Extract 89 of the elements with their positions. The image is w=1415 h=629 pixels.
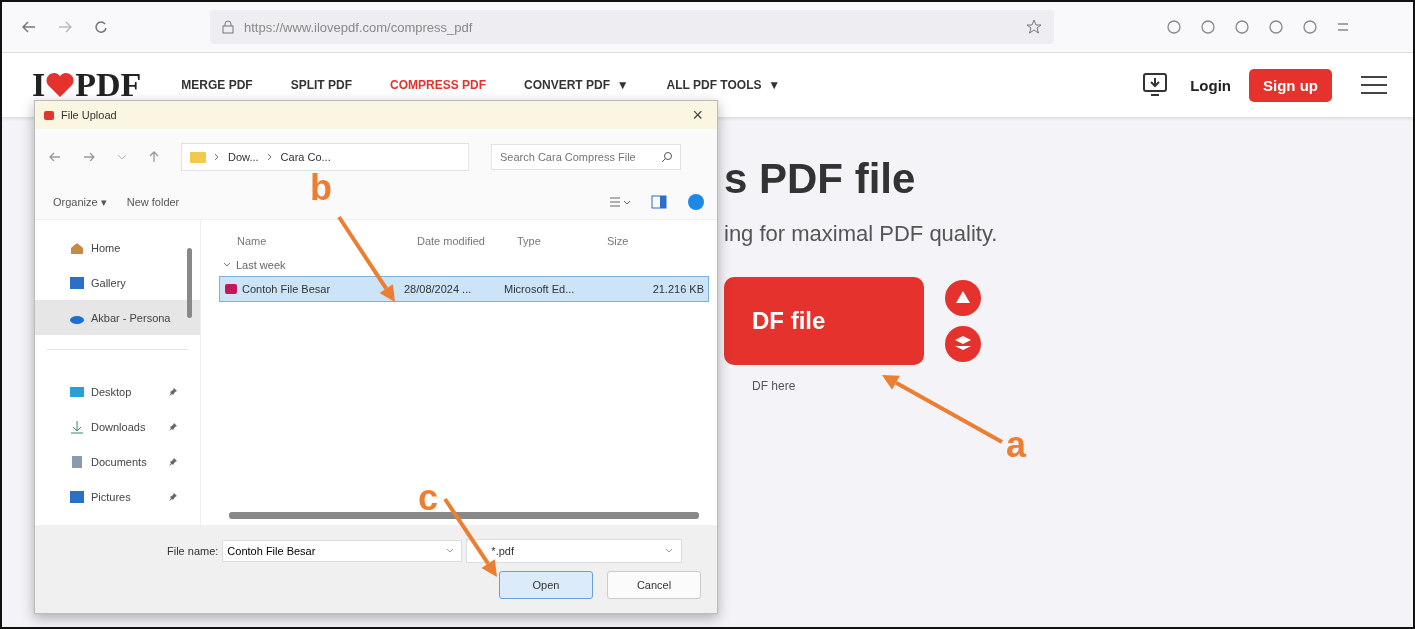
back-icon[interactable] [49, 152, 61, 162]
documents-icon [69, 454, 85, 469]
app-icon [43, 109, 55, 121]
column-header[interactable]: Date modified [417, 235, 517, 247]
file-type-dropdown[interactable]: *.pdf [466, 539, 683, 563]
sidebar-item[interactable]: Home [35, 230, 200, 265]
back-icon[interactable] [22, 21, 36, 33]
home-icon [69, 240, 85, 255]
nav-link[interactable]: ALL PDF TOOLS ▼ [666, 78, 781, 92]
signup-button[interactable]: Sign up [1249, 68, 1332, 102]
file-row[interactable]: Contoh File Besar 28/08/2024 ... Microsoft Ed... 21.216 KB [219, 276, 709, 302]
logo-letter: I [32, 66, 46, 104]
reload-icon[interactable] [94, 20, 108, 34]
file-size: 21.216 KB [651, 283, 705, 295]
column-header[interactable]: Name [219, 235, 417, 247]
file-date: 28/08/2024 ... [404, 283, 473, 295]
column-header[interactable]: Size [607, 235, 709, 247]
toolbar-icon[interactable] [1200, 19, 1216, 35]
dialog-title: File Upload [61, 109, 117, 121]
scrollbar[interactable] [187, 248, 192, 318]
pictures-icon [69, 489, 85, 504]
help-icon[interactable] [687, 193, 705, 211]
preview-pane-icon[interactable] [651, 194, 667, 210]
search-icon [661, 151, 673, 163]
sidebar-item[interactable]: Akbar - Persona [35, 300, 200, 335]
desktop-icon [69, 384, 85, 399]
sidebar-item[interactable]: Pictures [35, 479, 200, 514]
toolbar-icon[interactable] [1268, 19, 1284, 35]
sidebar-item[interactable]: Documents [35, 444, 200, 479]
forward-icon[interactable] [83, 152, 95, 162]
heart-icon [45, 72, 76, 98]
folder-icon [190, 151, 206, 163]
chevron-right-icon [266, 153, 273, 161]
path-bar[interactable]: Dow... Cara Co... [181, 143, 469, 171]
drop-hint: DF here [752, 379, 797, 393]
lock-icon [222, 20, 234, 34]
dropbox-icon[interactable] [944, 325, 982, 363]
column-header[interactable]: Type [517, 235, 607, 247]
downloads-icon [69, 419, 85, 434]
nav-link[interactable]: COMPRESS PDF [390, 78, 487, 92]
pin-icon [168, 456, 178, 467]
up-icon[interactable] [149, 151, 159, 163]
page-subtitle: ing for maximal PDF quality. [724, 221, 998, 247]
pin-icon [168, 491, 178, 502]
group-header[interactable]: Last week [236, 259, 286, 271]
file-name: Contoh File Besar [242, 283, 331, 295]
cancel-button[interactable]: Cancel [607, 571, 701, 599]
page-heading: s PDF file [724, 155, 917, 203]
desktop-download-icon[interactable] [1142, 72, 1169, 98]
login-link[interactable]: Login [1190, 76, 1231, 94]
nav-link[interactable]: SPLIT PDF [290, 78, 352, 92]
menu-icon[interactable] [1360, 74, 1388, 96]
toolbar-icon[interactable] [1302, 19, 1318, 35]
chevron-down-icon[interactable] [446, 548, 455, 554]
search-field[interactable]: Search Cara Compress File [491, 144, 681, 170]
toolbar-button[interactable]: New folder [126, 196, 180, 208]
sidebar-item[interactable]: Desktop [35, 374, 200, 409]
sidebar-item[interactable]: Downloads [35, 409, 200, 444]
chevron-right-icon [214, 153, 220, 161]
file-name-field[interactable]: Contoh File Besar [222, 540, 463, 562]
star-icon[interactable] [1026, 19, 1042, 35]
toolbar-button[interactable]: Organize ▾ [53, 195, 107, 209]
annotation-letter: c [418, 480, 439, 516]
close-button[interactable]: × [686, 103, 709, 127]
open-button[interactable]: Open [499, 571, 593, 599]
sidebar-item[interactable]: Gallery [35, 265, 200, 300]
pin-icon [168, 421, 178, 432]
chevron-down-icon [665, 548, 674, 554]
forward-icon[interactable] [58, 21, 72, 33]
nav-link[interactable]: CONVERT PDF ▼ [524, 78, 629, 92]
logo-text: PDF [75, 66, 142, 104]
path-segment[interactable]: Dow... [228, 151, 259, 163]
annotation-letter: a [1006, 427, 1027, 463]
pdf-file-icon [224, 283, 238, 295]
cloud-drive-icon[interactable] [944, 279, 982, 317]
chevron-down-icon[interactable] [223, 262, 231, 268]
nav-link[interactable]: MERGE PDF [181, 78, 253, 92]
path-segment[interactable]: Cara Co... [280, 151, 331, 163]
file-name-label: File name: [167, 545, 219, 557]
gallery-icon [69, 275, 85, 290]
annotation-letter: b [310, 170, 332, 206]
chevron-down-icon[interactable] [117, 154, 127, 160]
file-type: Microsoft Ed... [504, 283, 576, 295]
scrollbar[interactable] [229, 512, 699, 519]
view-options-icon[interactable] [609, 194, 631, 210]
toolbar-icon[interactable] [1234, 19, 1250, 35]
toolbar-icon[interactable] [1166, 19, 1182, 35]
pin-icon [168, 386, 178, 397]
select-file-button[interactable]: DF file [724, 277, 924, 365]
